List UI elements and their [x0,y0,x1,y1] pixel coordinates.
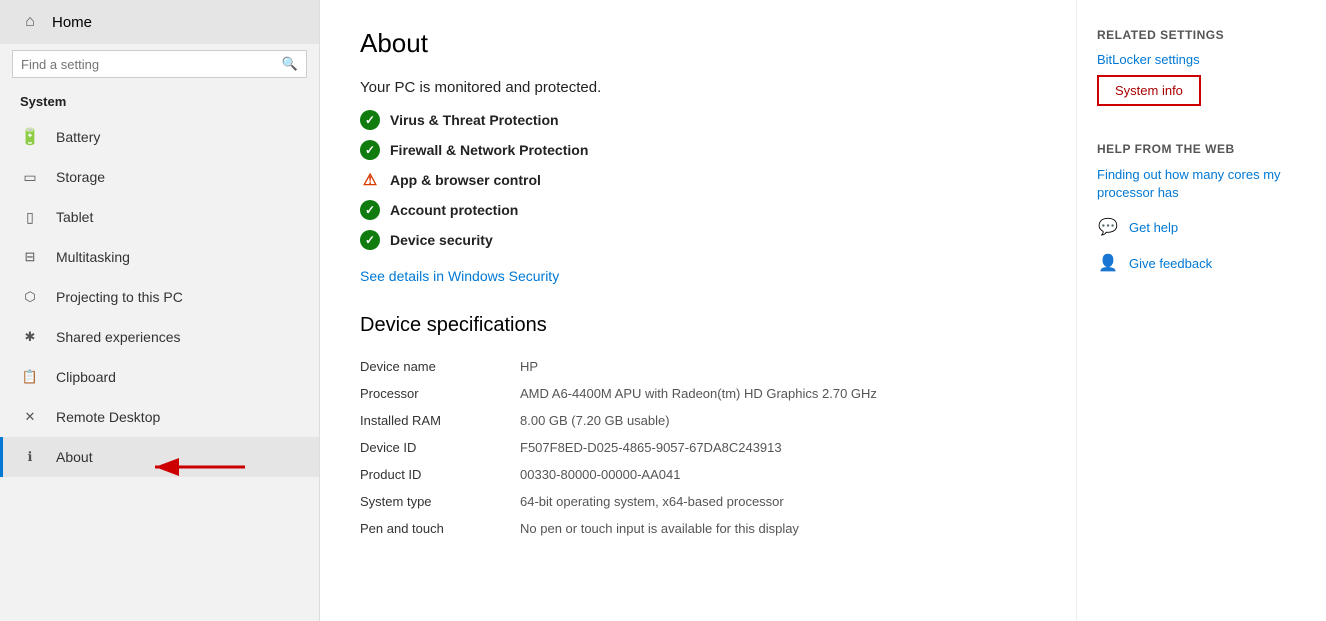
sidebar-home[interactable]: ⌂ Home [0,0,319,44]
right-panel: Related settings BitLocker settings Syst… [1076,0,1326,621]
shared-icon: ✱ [20,327,40,347]
protection-item-virus: ✓ Virus & Threat Protection [360,110,1036,130]
sidebar: ⌂ Home 🔍 System 🔋 Battery ▭ Storage ▯ Ta… [0,0,320,621]
spec-label-device-name: Device name [360,355,520,378]
sidebar-item-label: About [56,449,93,465]
sidebar-item-shared[interactable]: ✱ Shared experiences [0,317,319,357]
system-info-button[interactable]: System info [1097,75,1201,106]
check-icon-device-security: ✓ [360,230,380,250]
help-link[interactable]: Finding out how many cores my processor … [1097,166,1306,202]
get-help-item[interactable]: 💬 Get help [1097,216,1306,238]
storage-icon: ▭ [20,167,40,187]
check-icon-firewall: ✓ [360,140,380,160]
sidebar-item-projecting[interactable]: ⬡ Projecting to this PC [0,277,319,317]
search-icon: 🔍 [282,56,298,72]
get-help-link[interactable]: Get help [1129,220,1178,235]
give-feedback-item[interactable]: 👤 Give feedback [1097,252,1306,274]
red-arrow-annotation [135,449,255,485]
check-icon-virus: ✓ [360,110,380,130]
sidebar-item-clipboard[interactable]: 📋 Clipboard [0,357,319,397]
spec-value-device-name: HP [520,355,1036,378]
spec-label-processor: Processor [360,382,520,405]
protection-item-device-security: ✓ Device security [360,230,1036,250]
about-icon: ℹ [20,447,40,467]
warn-icon-app-browser: ⚠ [360,170,380,190]
protection-item-app-browser: ⚠ App & browser control [360,170,1036,190]
sidebar-item-label: Battery [56,129,100,145]
give-feedback-icon: 👤 [1097,252,1119,274]
tablet-icon: ▯ [20,207,40,227]
spec-label-product-id: Product ID [360,463,520,486]
spec-value-system-type: 64-bit operating system, x64-based proce… [520,490,1036,513]
clipboard-icon: 📋 [20,367,40,387]
related-settings-title: Related settings [1097,28,1306,42]
section-title: System [0,88,319,117]
sidebar-item-about[interactable]: ℹ About [0,437,319,477]
protection-item-account: ✓ Account protection [360,200,1036,220]
spec-value-device-id: F507F8ED-D025-4865-9057-67DA8C243913 [520,436,1036,459]
protection-label-device-security: Device security [390,232,493,248]
protection-header: Your PC is monitored and protected. [360,79,1036,96]
bitlocker-link[interactable]: BitLocker settings [1097,52,1306,67]
help-title: Help from the web [1097,142,1306,156]
protection-item-firewall: ✓ Firewall & Network Protection [360,140,1036,160]
spec-label-pen-touch: Pen and touch [360,517,520,540]
search-box[interactable]: 🔍 [12,50,307,78]
sidebar-item-storage[interactable]: ▭ Storage [0,157,319,197]
protection-list: ✓ Virus & Threat Protection ✓ Firewall &… [360,110,1036,250]
sidebar-item-label: Storage [56,169,105,185]
sidebar-item-label: Shared experiences [56,329,181,345]
sidebar-item-label: Clipboard [56,369,116,385]
get-help-icon: 💬 [1097,216,1119,238]
sidebar-item-label: Remote Desktop [56,409,160,425]
home-label: Home [52,14,92,31]
see-details-link[interactable]: See details in Windows Security [360,268,559,284]
protection-label-virus: Virus & Threat Protection [390,112,559,128]
spec-label-ram: Installed RAM [360,409,520,432]
spec-value-product-id: 00330-80000-00000-AA041 [520,463,1036,486]
sidebar-item-label: Multitasking [56,249,130,265]
multitasking-icon: ⊟ [20,247,40,267]
battery-icon: 🔋 [20,127,40,147]
spec-label-device-id: Device ID [360,436,520,459]
sidebar-item-label: Tablet [56,209,93,225]
sidebar-item-label: Projecting to this PC [56,289,183,305]
spec-value-processor: AMD A6-4400M APU with Radeon(tm) HD Grap… [520,382,1036,405]
protection-label-app-browser: App & browser control [390,172,541,188]
sidebar-item-remote[interactable]: ✕ Remote Desktop [0,397,319,437]
protection-label-firewall: Firewall & Network Protection [390,142,588,158]
spec-label-system-type: System type [360,490,520,513]
specs-table: Device name HP Processor AMD A6-4400M AP… [360,355,1036,540]
home-icon: ⌂ [20,12,40,32]
sidebar-item-tablet[interactable]: ▯ Tablet [0,197,319,237]
search-input[interactable] [21,57,276,72]
device-specs-title: Device specifications [360,314,1036,337]
remote-icon: ✕ [20,407,40,427]
sidebar-item-multitasking[interactable]: ⊟ Multitasking [0,237,319,277]
main-content: About Your PC is monitored and protected… [320,0,1076,621]
spec-value-ram: 8.00 GB (7.20 GB usable) [520,409,1036,432]
protection-label-account: Account protection [390,202,518,218]
check-icon-account: ✓ [360,200,380,220]
give-feedback-link[interactable]: Give feedback [1129,256,1212,271]
projecting-icon: ⬡ [20,287,40,307]
page-title: About [360,28,1036,59]
spec-value-pen-touch: No pen or touch input is available for t… [520,517,1036,540]
sidebar-item-battery[interactable]: 🔋 Battery [0,117,319,157]
